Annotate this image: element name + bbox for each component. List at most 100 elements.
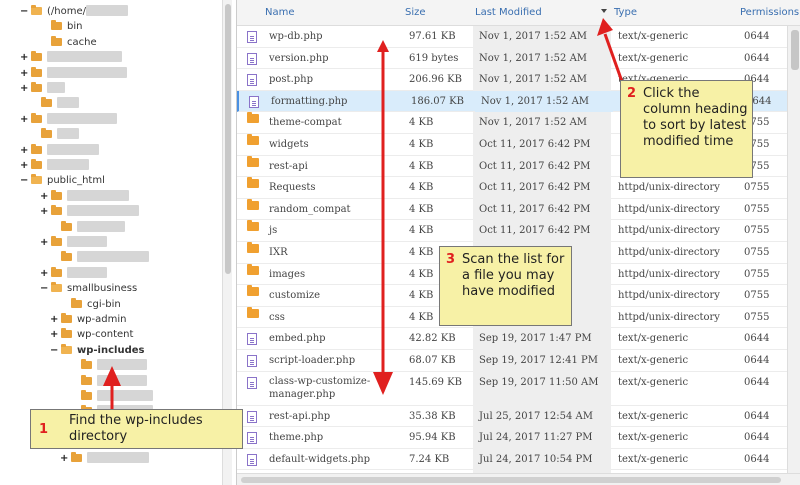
tree-item[interactable] xyxy=(30,128,79,142)
tree-item[interactable]: + xyxy=(20,82,65,96)
tree-item[interactable]: + xyxy=(20,66,127,81)
collapse-toggle-icon[interactable]: − xyxy=(20,174,28,188)
tree-item[interactable] xyxy=(50,220,125,235)
expand-toggle-icon[interactable]: + xyxy=(20,67,28,81)
expand-toggle-icon[interactable]: + xyxy=(20,51,28,65)
file-size: 4 KB xyxy=(409,225,434,237)
table-row[interactable]: version.php 619 bytes Nov 1, 2017 1:52 AM t… xyxy=(237,47,800,70)
redacted-name xyxy=(47,51,122,63)
folder-icon xyxy=(247,198,259,210)
expand-toggle-icon[interactable]: + xyxy=(40,236,48,250)
expand-toggle-icon[interactable]: + xyxy=(20,159,28,173)
file-name: post.php xyxy=(269,74,313,86)
expand-toggle-icon[interactable]: + xyxy=(40,205,48,219)
collapse-toggle-icon[interactable]: − xyxy=(40,282,48,296)
collapse-toggle-icon[interactable]: − xyxy=(50,344,58,358)
file-last-modified: Oct 11, 2017 6:42 PM xyxy=(473,220,611,242)
redacted-name xyxy=(67,266,107,278)
folder-open-icon xyxy=(31,5,42,15)
tree-item[interactable]: − public_html xyxy=(20,174,105,188)
table-row[interactable]: Requests 4 KB Oct 11, 2017 6:42 PM httpd/un… xyxy=(237,177,800,199)
expand-toggle-icon[interactable]: + xyxy=(20,113,28,127)
file-name: random_compat xyxy=(269,203,351,215)
tree-item[interactable] xyxy=(70,359,147,373)
folder-icon xyxy=(81,359,92,370)
scrollbar-thumb[interactable] xyxy=(241,477,781,483)
scrollbar-thumb[interactable] xyxy=(791,30,799,70)
table-row[interactable]: theme.php 95.94 KB Jul 24, 2017 11:27 PM te… xyxy=(237,427,800,449)
tree-item[interactable]: bin xyxy=(40,20,82,34)
folder-icon xyxy=(61,313,72,323)
file-last-modified: Nov 1, 2017 1:52 AM xyxy=(473,47,611,70)
tree-item[interactable]: − (/home/ xyxy=(20,5,128,19)
tree-item[interactable]: + xyxy=(60,451,149,466)
file-last-modified: Nov 1, 2017 1:52 AM xyxy=(473,69,611,91)
tree-item[interactable]: + wp-admin xyxy=(50,313,126,327)
expand-toggle-icon[interactable]: + xyxy=(50,328,58,342)
expand-toggle-icon[interactable]: + xyxy=(40,267,48,281)
tree-item[interactable]: cgi-bin xyxy=(60,297,121,312)
file-icon xyxy=(247,31,257,43)
redacted-name xyxy=(57,97,79,109)
file-name: embed.php xyxy=(269,333,326,345)
tree-item[interactable]: + xyxy=(40,266,107,281)
folder-open-icon xyxy=(31,174,42,185)
folder-icon xyxy=(61,220,72,231)
file-size: 619 bytes xyxy=(409,52,459,64)
column-header-name[interactable]: Name xyxy=(265,7,295,18)
file-size: 4 KB xyxy=(409,203,434,215)
table-row[interactable]: class-wp-customize-manager.php 145.69 KB S… xyxy=(237,371,800,406)
tree-item-label: wp-includes xyxy=(77,344,145,356)
table-row[interactable]: wp-db.php 97.61 KB Nov 1, 2017 1:52 AM text… xyxy=(237,26,800,48)
folder-icon xyxy=(41,128,52,139)
file-permissions: 0644 xyxy=(744,355,770,366)
redacted-name xyxy=(47,159,89,170)
scrollbar-thumb[interactable] xyxy=(225,4,231,274)
folder-icon xyxy=(41,97,52,108)
horizontal-scrollbar[interactable] xyxy=(237,473,800,485)
column-header-size[interactable]: Size xyxy=(405,7,426,18)
file-icon xyxy=(247,432,257,445)
file-last-modified: Oct 11, 2017 6:42 PM xyxy=(473,155,611,178)
tree-item[interactable]: − smallbusiness xyxy=(40,282,137,296)
tree-item[interactable]: + xyxy=(40,205,139,219)
file-name: js xyxy=(269,225,278,237)
expand-toggle-icon[interactable]: + xyxy=(50,313,58,327)
folder-icon xyxy=(51,266,62,277)
redacted-name xyxy=(47,66,127,78)
folder-open-icon xyxy=(51,282,62,293)
expand-toggle-icon[interactable]: + xyxy=(20,82,28,96)
tree-item[interactable]: − wp-includes xyxy=(50,343,145,358)
column-header-last-modified[interactable]: Last Modified xyxy=(475,7,542,18)
tree-item[interactable] xyxy=(50,251,149,265)
file-list-header: Name Size Last Modified Type Permissions xyxy=(237,0,800,26)
table-row[interactable]: rest-api.php 35.38 KB Jul 25, 2017 12:54 A… xyxy=(237,405,800,428)
tree-item[interactable]: + wp-content xyxy=(50,328,133,342)
tree-item[interactable] xyxy=(70,390,153,404)
file-size: 68.07 KB xyxy=(409,355,456,366)
expand-toggle-icon[interactable]: + xyxy=(20,144,28,158)
vertical-scrollbar[interactable] xyxy=(787,26,800,473)
table-row[interactable]: embed.php 42.82 KB Sep 19, 2017 1:47 PM tex… xyxy=(237,328,800,350)
tree-item[interactable]: + xyxy=(20,159,89,173)
tree-item[interactable] xyxy=(30,97,79,111)
tree-item[interactable] xyxy=(70,374,147,389)
table-row[interactable]: random_compat 4 KB Oct 11, 2017 6:42 PM htt… xyxy=(237,198,800,221)
tree-item[interactable]: + xyxy=(20,143,99,158)
tree-item[interactable]: cache xyxy=(40,35,97,50)
tree-item[interactable]: + xyxy=(40,236,107,250)
folder-icon xyxy=(31,82,42,92)
tree-item[interactable]: + xyxy=(20,112,117,127)
table-row[interactable]: script-loader.php 68.07 KB Sep 19, 2017 12… xyxy=(237,350,800,372)
column-header-type[interactable]: Type xyxy=(614,7,637,18)
collapse-toggle-icon[interactable]: − xyxy=(20,5,28,19)
column-header-permissions[interactable]: Permissions xyxy=(740,7,799,18)
table-row[interactable]: default-widgets.php 7.24 KB Jul 24, 2017 1… xyxy=(237,448,800,471)
expand-toggle-icon[interactable]: + xyxy=(60,452,68,466)
expand-toggle-icon[interactable]: + xyxy=(40,190,48,204)
tree-item[interactable]: + xyxy=(40,189,129,204)
table-row[interactable]: js 4 KB Oct 11, 2017 6:42 PM httpd/unix-dir… xyxy=(237,220,800,242)
file-list: Name Size Last Modified Type Permissions… xyxy=(236,0,800,485)
tree-item[interactable]: + xyxy=(20,51,122,65)
file-permissions: 0755 xyxy=(744,225,770,237)
